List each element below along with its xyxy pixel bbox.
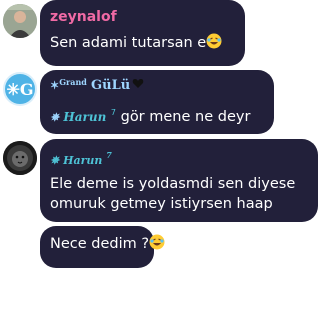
- black-heart-icon: [132, 79, 144, 88]
- sender-name[interactable]: zeynalof: [50, 9, 117, 25]
- message-text: Sen adami tutarsan e: [50, 33, 222, 53]
- message-text: Ele deme is yoldasmdi sen diyese omuruk …: [50, 176, 296, 212]
- message-text: ✵ Harun 7 gör mene ne deyr: [50, 108, 251, 125]
- sparkle-icon: ✵: [50, 111, 60, 124]
- message-bubble[interactable]: Nece dedim ?: [40, 226, 165, 268]
- sender-name[interactable]: ✶Grand GüLü: [50, 77, 144, 93]
- avatar-gulu[interactable]: ✳G: [3, 72, 37, 106]
- laughing-emoji-icon: [206, 33, 222, 49]
- mention-tag[interactable]: ✵ Harun: [50, 110, 106, 124]
- lion-avatar-icon: [3, 141, 37, 175]
- sparkle-icon: ✵: [50, 154, 60, 167]
- message-text: Nece dedim ?: [50, 234, 165, 254]
- message-bubble[interactable]: zeynalof Sen adami tutarsan e: [40, 0, 245, 66]
- star-icon: ✶: [50, 79, 60, 92]
- avatar-harun[interactable]: [3, 141, 37, 175]
- avatar-initial: ✳G: [6, 79, 34, 99]
- message-bubble[interactable]: ✵ Harun 7 Ele deme is yoldasmdi sen diye…: [40, 139, 318, 222]
- laughing-emoji-icon: [149, 234, 165, 250]
- message-bubble[interactable]: ✶Grand GüLü ✵ Harun 7 gör mene ne deyr: [40, 70, 274, 134]
- profile-photo-icon: [3, 4, 37, 38]
- sender-name[interactable]: ✵ Harun 7: [50, 150, 112, 167]
- avatar-zeynalof[interactable]: [3, 4, 37, 38]
